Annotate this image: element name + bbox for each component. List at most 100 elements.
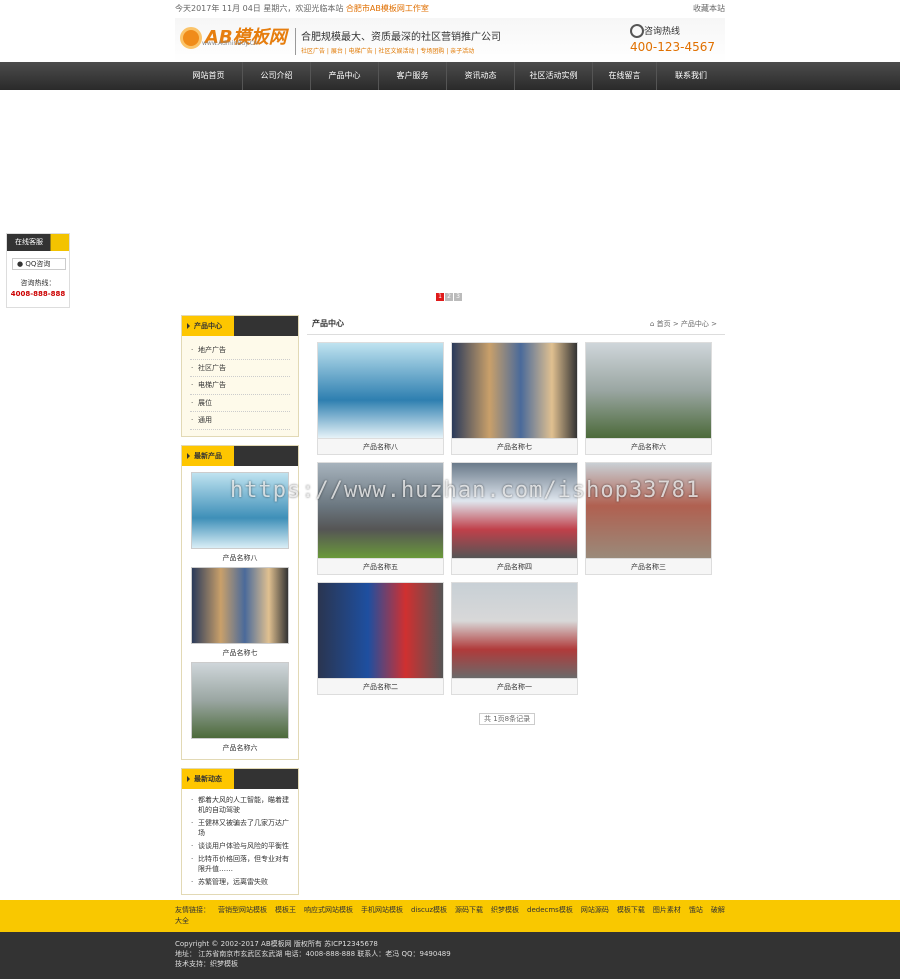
hotline-label: 咨询热线: [629, 24, 715, 38]
online-service-panel: 在线客服 ● QQ咨询 咨询热线： 4008-888-888: [6, 233, 70, 308]
friend-link[interactable]: discuz模板: [411, 906, 447, 914]
slider-dot[interactable]: 2: [445, 293, 453, 301]
breadcrumb: ⌂ 首页 > 产品中心 >: [650, 315, 717, 333]
logo-icon: [180, 27, 202, 49]
category-item[interactable]: 社区广告: [190, 360, 290, 377]
product-card[interactable]: 产品名称六: [585, 342, 712, 455]
category-title: 产品中心: [182, 316, 298, 336]
product-name[interactable]: 产品名称七: [452, 438, 577, 454]
nav-service[interactable]: 客户服务: [379, 62, 447, 90]
main-area: 产品中心 地产广告 社区广告 电梯广告 展位 通用 最新产品 产品名称八 产品名…: [0, 315, 900, 897]
news-item[interactable]: 苏繁管理，远离雷失败: [190, 877, 290, 887]
news-item[interactable]: 王健林又被骗去了几家万达广场: [190, 818, 290, 838]
friend-link[interactable]: 手机网站模板: [361, 906, 403, 914]
content-title: 产品中心: [312, 319, 344, 328]
friend-link[interactable]: 模板下载: [617, 906, 645, 914]
slider-dot[interactable]: 3: [454, 293, 462, 301]
content-header: 产品中心 ⌂ 首页 > 产品中心 >: [307, 315, 725, 335]
qq-icon: ●: [17, 260, 24, 268]
service-title: 在线客服: [7, 234, 69, 251]
breadcrumb-text[interactable]: 首页 > 产品中心 >: [657, 320, 717, 328]
product-name[interactable]: 产品名称四: [452, 558, 577, 574]
slogan: 合肥规模最大、资质最深的社区营销推广公司 社区广告 | 展台 | 电梯广告 | …: [295, 28, 501, 55]
category-item[interactable]: 通用: [190, 412, 290, 430]
product-card[interactable]: 产品名称七: [451, 342, 578, 455]
news-box: 最新动态 都着大风的人工智能，瞄着建机的自动驾驶 王健林又被骗去了几家万达广场 …: [181, 767, 299, 895]
date-text: 今天2017年 11月 04日 星期六，欢迎光临本站: [175, 4, 344, 13]
category-item[interactable]: 电梯广告: [190, 377, 290, 395]
slider-pager: 1 2 3: [436, 293, 462, 301]
product-card[interactable]: 产品名称八: [317, 342, 444, 455]
sidebar: 产品中心 地产广告 社区广告 电梯广告 展位 通用 最新产品 产品名称八 产品名…: [181, 315, 299, 903]
product-thumb[interactable]: [191, 661, 289, 739]
home-icon: ⌂: [649, 320, 655, 328]
product-name[interactable]: 产品名称八: [318, 438, 443, 454]
site-logo[interactable]: AB模板网: [180, 24, 287, 52]
product-card[interactable]: 产品名称二: [317, 582, 444, 695]
friend-links: 友情链接： 营销型网站模板 模板王 响应式网站模板 手机网站模板 discuz模板 源码下载…: [0, 900, 900, 932]
news-title: 最新动态: [182, 768, 298, 789]
hotline: 咨询热线 400-123-4567: [629, 24, 715, 54]
product-card[interactable]: 产品名称一: [451, 582, 578, 695]
slogan-sub: 社区广告 | 展台 | 电梯广告 | 社区文娱活动 | 专场团购 | 亲子活动: [301, 48, 475, 55]
hotline-number: 400-123-4567: [629, 40, 715, 54]
nav-contact[interactable]: 联系我们: [657, 62, 725, 90]
category-box: 产品中心 地产广告 社区广告 电梯广告 展位 通用: [181, 315, 299, 437]
product-image[interactable]: [452, 343, 577, 438]
slogan-main: 合肥规模最大、资质最深的社区营销推广公司: [301, 32, 501, 43]
product-name[interactable]: 产品名称一: [452, 678, 577, 694]
friend-link[interactable]: 源码下载: [455, 906, 483, 914]
nav-cases[interactable]: 社区活动实例: [515, 62, 593, 90]
friend-link[interactable]: 响应式网站模板: [304, 906, 353, 914]
footer-tech: 技术支持：织梦模板: [175, 960, 238, 968]
logo-subtitle: www.AdminBuy.Cn: [202, 40, 258, 47]
nav-about[interactable]: 公司介绍: [243, 62, 311, 90]
footer-copyright: Copyright © 2002-2017 AB模板网 版权所有 苏ICP123…: [175, 940, 378, 948]
product-name[interactable]: 产品名称二: [318, 678, 443, 694]
product-thumb-label[interactable]: 产品名称六: [182, 739, 298, 757]
content-area: 产品中心 ⌂ 首页 > 产品中心 > 产品名称八 产品名称七 产品名称六 产品名…: [307, 315, 725, 725]
banner-slider: 1 2 3: [0, 90, 900, 310]
qq-button[interactable]: ● QQ咨询: [12, 258, 66, 270]
product-image[interactable]: [586, 343, 711, 438]
nav-products[interactable]: 产品中心: [311, 62, 379, 90]
footer-address: 地址： 江苏省南京市玄武区玄武湖 电话：4008-888-888 联系人：老冯 …: [175, 950, 451, 958]
product-thumb[interactable]: [191, 566, 289, 644]
friend-link[interactable]: 营销型网站模板: [218, 906, 267, 914]
friend-link[interactable]: 饿站: [689, 906, 703, 914]
product-thumb-label[interactable]: 产品名称八: [182, 549, 298, 567]
pagination: 共 1页8条记录: [479, 713, 536, 725]
service-hotline: 4008-888-888: [10, 290, 66, 298]
friend-link[interactable]: 网站源码: [581, 906, 609, 914]
nav-message[interactable]: 在线留言: [593, 62, 657, 90]
product-name[interactable]: 产品名称三: [586, 558, 711, 574]
nav-news[interactable]: 资讯动态: [447, 62, 515, 90]
watermark-text: https://www.huzhan.com/ishop33781: [230, 478, 701, 503]
top-bar: 今天2017年 11月 04日 星期六，欢迎光临本站 合肥市AB模板网工作室 收…: [175, 0, 725, 18]
product-name[interactable]: 产品名称六: [586, 438, 711, 454]
news-item[interactable]: 比特币价格回落，但专业对有限升值……: [190, 854, 290, 874]
nav-home[interactable]: 网站首页: [175, 62, 243, 90]
product-thumb-label[interactable]: 产品名称七: [182, 644, 298, 662]
news-item[interactable]: 都着大风的人工智能，瞄着建机的自动驾驶: [190, 795, 290, 815]
friend-links-label: 友情链接：: [175, 906, 210, 914]
service-hotline-label: 咨询热线：: [20, 279, 56, 287]
friend-link[interactable]: dedecms模板: [527, 906, 573, 914]
category-item[interactable]: 地产广告: [190, 342, 290, 360]
new-products-title: 最新产品: [182, 445, 298, 466]
product-image[interactable]: [318, 343, 443, 438]
company-link[interactable]: 合肥市AB模板网工作室: [346, 4, 429, 13]
product-image[interactable]: [318, 583, 443, 678]
product-name[interactable]: 产品名称五: [318, 558, 443, 574]
news-item[interactable]: 谈谈用户体验与风险的平衡性: [190, 841, 290, 851]
friend-link[interactable]: 模板王: [275, 906, 296, 914]
friend-link[interactable]: 织梦模板: [491, 906, 519, 914]
category-item[interactable]: 展位: [190, 395, 290, 412]
friend-link[interactable]: 图片素材: [653, 906, 681, 914]
favorite-link[interactable]: 收藏本站: [693, 0, 725, 18]
main-nav: 网站首页 公司介绍 产品中心 客户服务 资讯动态 社区活动实例 在线留言 联系我…: [0, 62, 900, 90]
header: AB模板网 www.AdminBuy.Cn 合肥规模最大、资质最深的社区营销推广…: [175, 18, 725, 62]
footer: Copyright © 2002-2017 AB模板网 版权所有 苏ICP123…: [0, 932, 900, 979]
slider-dot[interactable]: 1: [436, 293, 444, 301]
product-image[interactable]: [452, 583, 577, 678]
